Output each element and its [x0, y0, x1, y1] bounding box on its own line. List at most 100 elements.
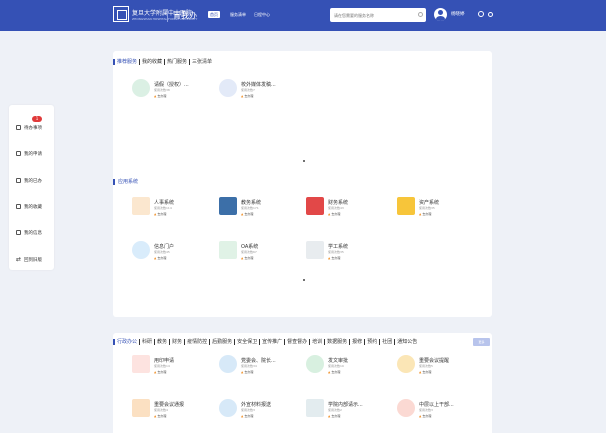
service-card[interactable]: 党委会、院长... 使用次数34 去办理	[219, 355, 299, 385]
check-doc-icon	[306, 399, 324, 417]
cadre-icon	[397, 399, 415, 417]
monitor-icon	[219, 197, 237, 215]
tab-logistics[interactable]: 后勤服务	[209, 339, 234, 345]
tab-academic[interactable]: 教务	[154, 339, 169, 345]
tab-security[interactable]: 安全保卫	[234, 339, 259, 345]
tab-epidemic[interactable]: 疫情防控	[184, 339, 209, 345]
app-card[interactable]: 财务系统 使用次数43 去办理	[306, 197, 386, 227]
card-action[interactable]: 去办理	[154, 370, 166, 374]
nav-home[interactable]: 首页	[208, 11, 220, 18]
sidebar-item-old-version[interactable]: ⇄ 回到旧版	[9, 254, 54, 266]
settings-icon[interactable]	[488, 12, 493, 17]
search-icon[interactable]	[418, 12, 423, 17]
username[interactable]: 杨晓婷	[451, 11, 465, 17]
tab-recommended[interactable]: 推荐服务	[113, 59, 139, 65]
school-logo-icon	[113, 6, 129, 22]
sidebar-item-label: 回到旧版	[24, 258, 42, 263]
service-card[interactable]: 校外媒体发稿... 使用次数7 去办理	[219, 79, 299, 109]
card-action[interactable]: 去办理	[241, 256, 253, 260]
tab-repair[interactable]: 报修	[349, 339, 364, 345]
sidebar-item-label: 我的已办	[24, 179, 42, 184]
tab-supervision[interactable]: 督查督办	[284, 339, 309, 345]
tab-booking[interactable]: 预约	[364, 339, 379, 345]
card-usage: 使用次数35	[419, 206, 435, 210]
card-usage: 使用次数43	[328, 206, 344, 210]
pager-dot[interactable]	[303, 279, 305, 281]
image-icon	[219, 241, 237, 259]
service-card[interactable]: 用印申请 使用次数14 去办理	[132, 355, 212, 385]
report-icon	[219, 399, 237, 417]
sidebar-item-todo[interactable]: 待办事项	[9, 122, 54, 134]
staff-icon	[132, 197, 150, 215]
card-action[interactable]: 去办理	[241, 94, 253, 98]
card-title: 用印申请	[154, 358, 175, 364]
card-action[interactable]: 去办理	[419, 370, 431, 374]
tray-icon	[16, 178, 21, 183]
card-title: 信息门户	[154, 244, 175, 250]
service-card[interactable]: 重要会议提醒 使用次数5 去办理	[397, 355, 477, 385]
card-action[interactable]: 去办理	[419, 414, 431, 418]
search-input[interactable]	[330, 8, 416, 22]
card-action[interactable]: 去办理	[241, 212, 253, 216]
card-title: OA系统	[241, 244, 259, 250]
tab-notices[interactable]: 通知公告	[394, 339, 419, 345]
sidebar-item-favorites[interactable]: 我的收藏	[9, 201, 54, 213]
card-action[interactable]: 去办理	[328, 414, 340, 418]
tab-three-lists[interactable]: 三张清单	[189, 59, 214, 65]
card-action[interactable]: 去办理	[154, 414, 166, 418]
app-card[interactable]: 学工系统 使用次数35 去办理	[306, 241, 386, 271]
service-card[interactable]: 外宣材料报送 使用次数3 去办理	[219, 399, 299, 429]
tab-admin[interactable]: 行政办公	[113, 339, 139, 345]
app-card[interactable]: 人事系统 使用次数114 去办理	[132, 197, 212, 227]
service-card[interactable]: 中层以上干部... 使用次数3 去办理	[397, 399, 477, 429]
card-usage: 使用次数38	[154, 88, 170, 92]
service-card[interactable]: 重要会议通报 使用次数4 去办理	[132, 399, 212, 429]
tab-hot[interactable]: 热门服务	[164, 59, 189, 65]
tab-clubs[interactable]: 社团	[379, 339, 394, 345]
service-card[interactable]: 请假（授权）... 使用次数38 去办理	[132, 79, 212, 109]
card-title: 中层以上干部...	[419, 402, 454, 408]
nav-service-list[interactable]: 服务清单	[228, 11, 248, 18]
tab-favorites[interactable]: 我的收藏	[139, 59, 164, 65]
card-usage: 使用次数67	[241, 250, 257, 254]
person-icon	[132, 79, 150, 97]
tab-data[interactable]: 数据服务	[324, 339, 349, 345]
services-panel: 推荐服务我的收藏热门服务三张清单 请假（授权）... 使用次数38 去办理 校外…	[113, 51, 492, 317]
tab-research[interactable]: 科研	[139, 339, 154, 345]
card-action[interactable]: 去办理	[419, 212, 431, 216]
sidebar-item-done[interactable]: 我的已办	[9, 175, 54, 187]
app-card[interactable]: OA系统 使用次数67 去办理	[219, 241, 299, 271]
tab-finance[interactable]: 财务	[169, 339, 184, 345]
card-title: 请假（授权）...	[154, 82, 189, 88]
card-action[interactable]: 去办理	[241, 414, 253, 418]
service-card[interactable]: 发文审批 使用次数19 去办理	[306, 355, 386, 385]
search-box	[330, 8, 426, 22]
app-card[interactable]: 资产系统 使用次数35 去办理	[397, 197, 477, 227]
document-icon	[16, 151, 21, 156]
avatar[interactable]	[434, 8, 447, 21]
nav-schedule[interactable]: 日程中心	[252, 11, 272, 18]
card-action[interactable]: 去办理	[241, 370, 253, 374]
app-card[interactable]: 信息门户 使用次数45 去办理	[132, 241, 212, 271]
tab-publicity[interactable]: 宣传推广	[259, 339, 284, 345]
card-action[interactable]: 去办理	[154, 94, 166, 98]
more-button[interactable]: 更多	[473, 338, 490, 346]
sidebar-item-my-info[interactable]: 我的信息	[9, 227, 54, 239]
card-action[interactable]: 去办理	[328, 370, 340, 374]
card-title: 学院内部请示...	[328, 402, 363, 408]
reminder-icon	[397, 355, 415, 373]
card-action[interactable]: 去办理	[154, 256, 166, 260]
app-card[interactable]: 教务系统 使用次数171 去办理	[219, 197, 299, 227]
card-title: 学工系统	[328, 244, 349, 250]
service-card[interactable]: 学院内部请示... 使用次数2 去办理	[306, 399, 386, 429]
card-usage: 使用次数114	[154, 206, 172, 210]
header-divider	[167, 9, 168, 22]
card-action[interactable]: 去办理	[328, 256, 340, 260]
card-action[interactable]: 去办理	[154, 212, 166, 216]
card-action[interactable]: 去办理	[328, 212, 340, 216]
card-title: 校外媒体发稿...	[241, 82, 276, 88]
pager-dot[interactable]	[303, 160, 305, 162]
search-header-icon[interactable]	[478, 11, 484, 17]
sidebar-item-my-applications[interactable]: 我的申请	[9, 148, 54, 160]
tab-training[interactable]: 培训	[309, 339, 324, 345]
